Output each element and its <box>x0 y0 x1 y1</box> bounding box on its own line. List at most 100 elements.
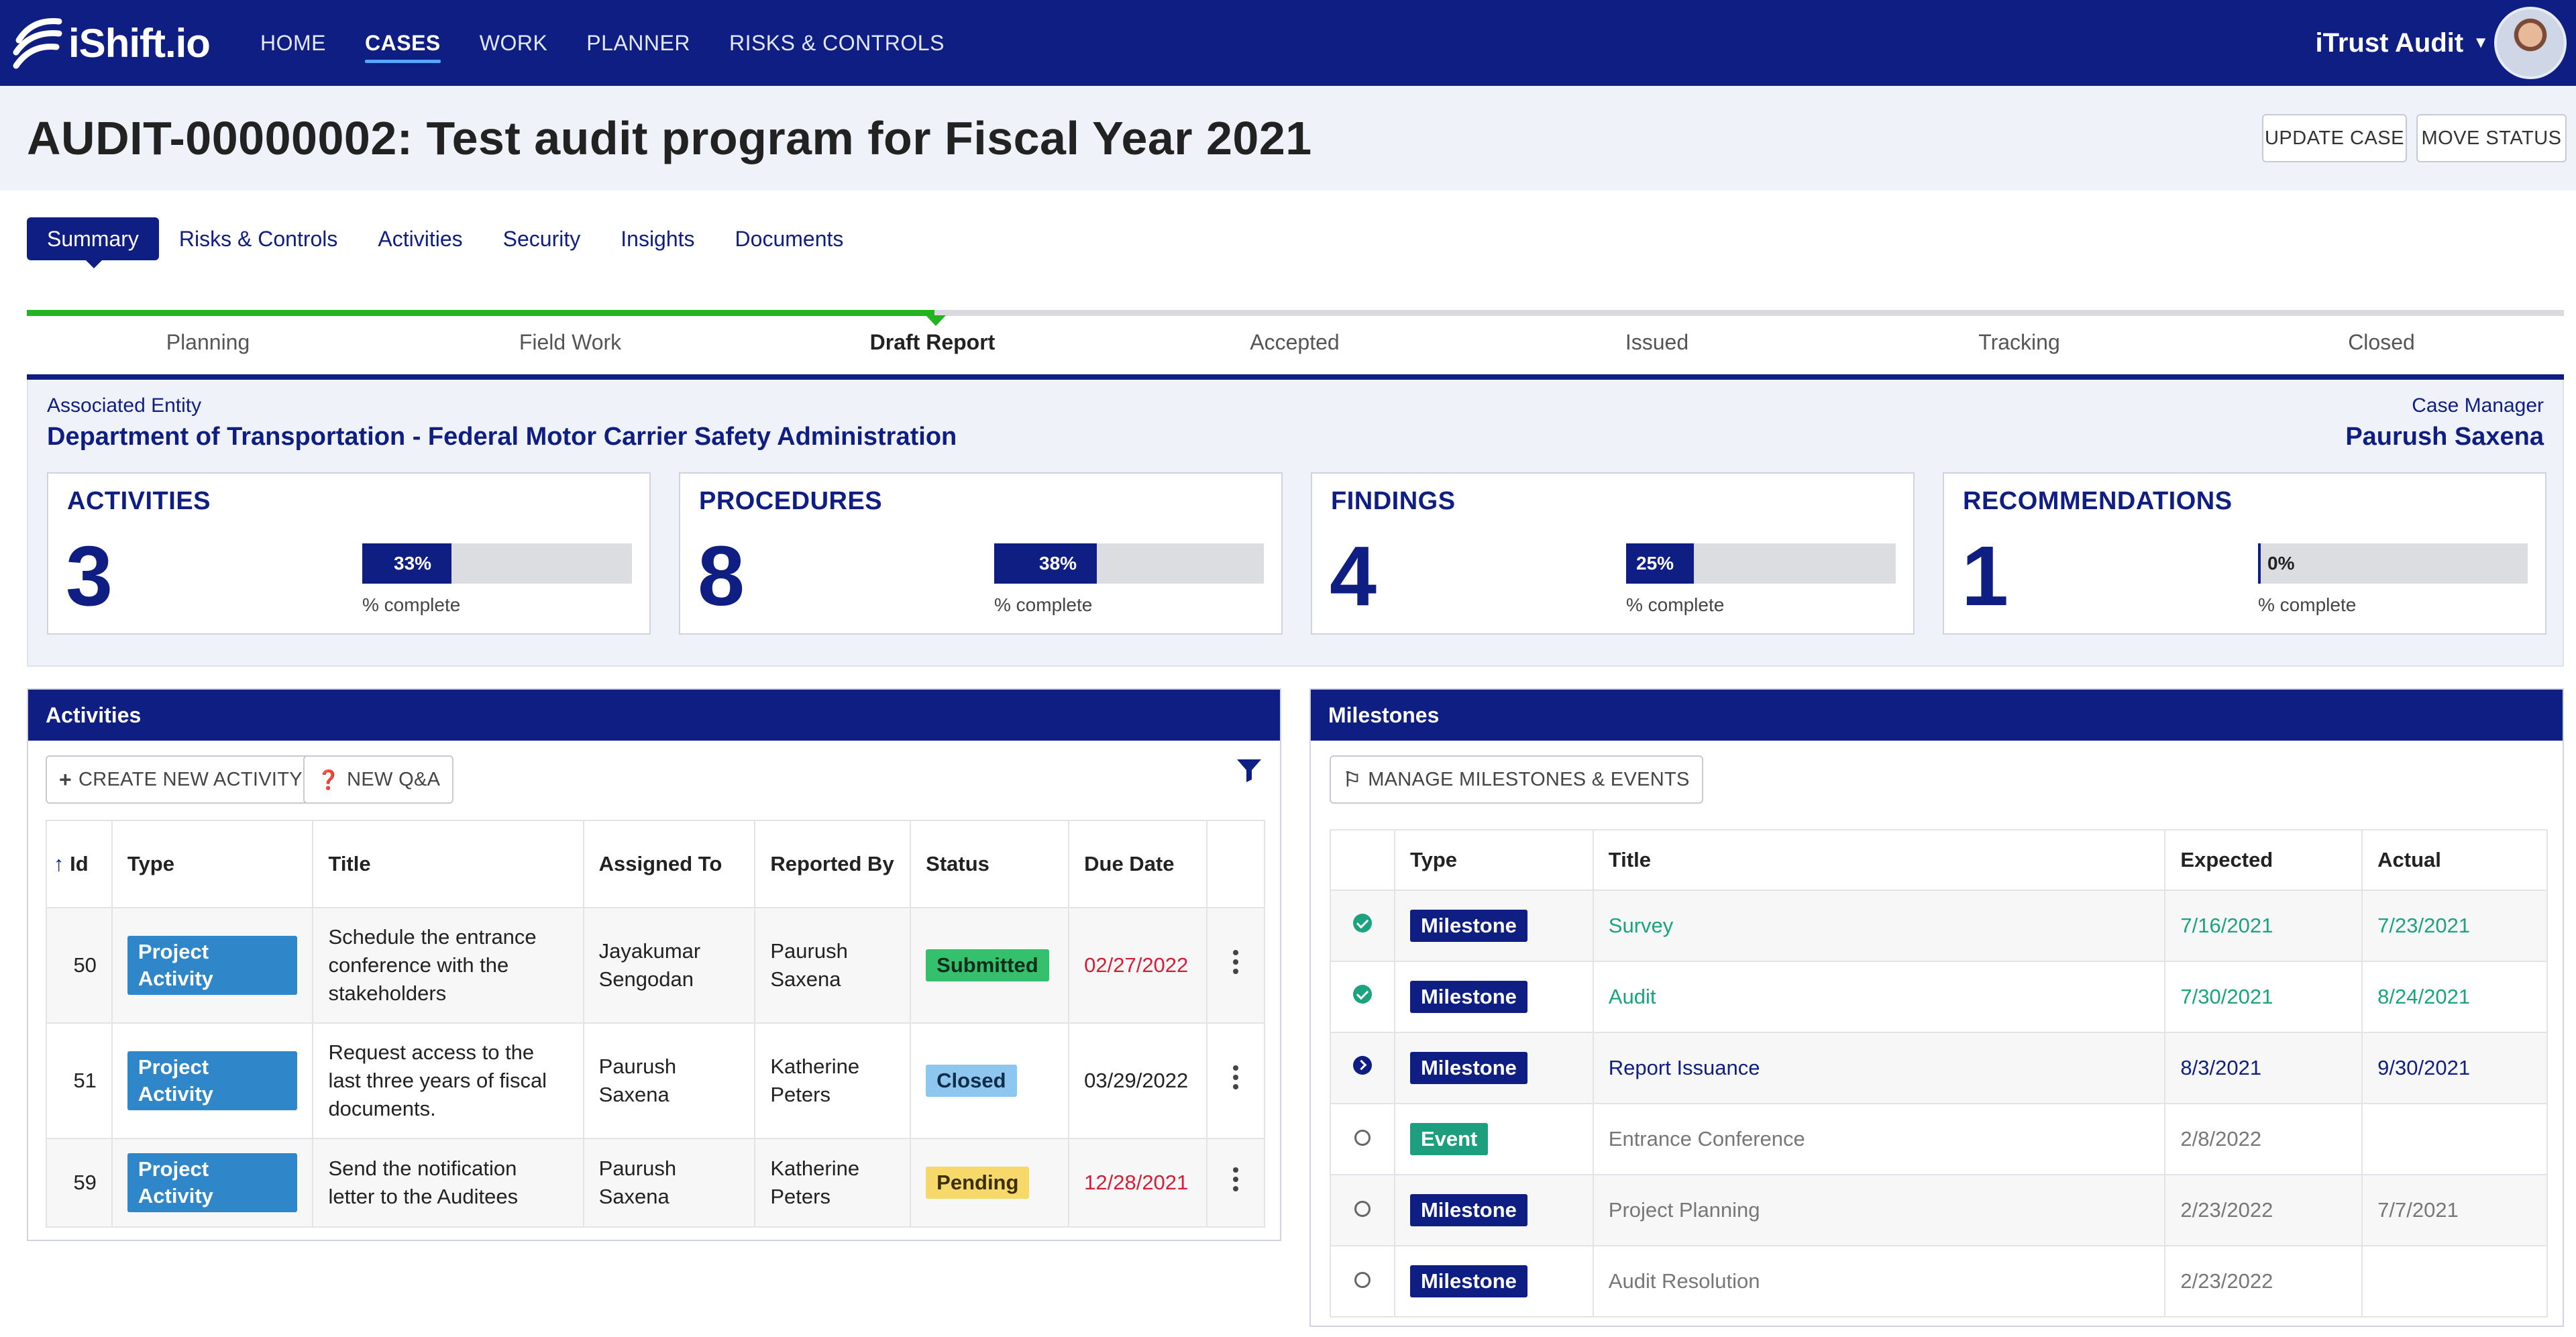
type-badge: Milestone <box>1409 1194 1527 1226</box>
cell-title[interactable]: Audit Resolution <box>1592 1245 2166 1318</box>
tab-insights[interactable]: Insights <box>600 217 714 260</box>
manage-milestones-label: MANAGE MILESTONES & EVENTS <box>1368 768 1690 790</box>
more-vertical-icon[interactable] <box>1233 1167 1239 1191</box>
stage-issued: Issued <box>1625 330 1689 354</box>
table-row[interactable]: Milestone Survey 7/16/2021 7/23/2021 <box>1330 890 2548 962</box>
activities-panel: Activities + CREATE NEW ACTIVITY ❓ NEW Q… <box>27 688 1281 1241</box>
nav-home[interactable]: HOME <box>260 0 326 86</box>
cell-actual <box>2361 1245 2548 1318</box>
table-row[interactable]: Milestone Project Planning 2/23/2022 7/7… <box>1330 1174 2548 1246</box>
col-type[interactable]: Type <box>111 820 314 908</box>
cell-title[interactable]: Project Planning <box>1592 1174 2166 1246</box>
cell-id: 51 <box>46 1022 113 1139</box>
tab-activities[interactable]: Activities <box>358 217 482 260</box>
table-row[interactable]: 51 Project Activity Request access to th… <box>46 1022 1265 1139</box>
case-tabs: Summary Risks & Controls Activities Secu… <box>27 217 864 268</box>
col-expected[interactable]: Expected <box>2164 829 2363 891</box>
new-qa-label: NEW Q&A <box>347 768 441 790</box>
cell-state <box>1330 961 1395 1033</box>
table-row[interactable]: Milestone Audit 7/30/2021 8/24/2021 <box>1330 961 2548 1033</box>
cell-actual: 7/23/2021 <box>2361 890 2548 962</box>
table-row[interactable]: Event Entrance Conference 2/8/2022 <box>1330 1103 2548 1175</box>
nav-risks-controls[interactable]: RISKS & CONTROLS <box>729 0 945 86</box>
stage-stepper: Planning Field Work Draft Report Accepte… <box>27 310 2564 382</box>
cell-state <box>1330 1103 1395 1175</box>
more-vertical-icon[interactable] <box>1233 1065 1239 1089</box>
more-vertical-icon[interactable] <box>1233 949 1239 974</box>
case-header: AUDIT-00000002: Test audit program for F… <box>0 86 2576 191</box>
new-qa-button[interactable]: ❓ NEW Q&A <box>303 755 454 804</box>
avatar[interactable] <box>2494 7 2567 79</box>
progress-bar: 25% <box>1626 543 1896 584</box>
create-activity-button[interactable]: + CREATE NEW ACTIVITY <box>46 755 316 804</box>
org-switcher[interactable]: iTrust Audit ▼ <box>2316 0 2489 86</box>
cell-status: Closed <box>910 1022 1070 1139</box>
arrow-up-icon: ↑ <box>54 852 64 875</box>
col-type[interactable]: Type <box>1393 829 1594 891</box>
type-badge: Project Activity <box>127 936 298 995</box>
cell-title[interactable]: Send the notification letter to the Audi… <box>312 1138 584 1228</box>
cell-title[interactable]: Entrance Conference <box>1592 1103 2166 1175</box>
tab-security[interactable]: Security <box>483 217 601 260</box>
cell-type: Project Activity <box>111 907 314 1024</box>
nav-cases[interactable]: CASES <box>365 0 441 86</box>
type-badge: Milestone <box>1409 910 1527 942</box>
type-badge: Project Activity <box>127 1051 298 1110</box>
case-manager-value[interactable]: Paurush Saxena <box>2345 423 2544 451</box>
stat-value: 8 <box>698 529 745 623</box>
move-status-button[interactable]: MOVE STATUS <box>2416 114 2567 162</box>
cell-actions <box>1206 1022 1265 1139</box>
cell-id: 59 <box>46 1138 113 1228</box>
stat-card-recommendations[interactable]: RECOMMENDATIONS 1 0% % complete <box>1943 472 2546 635</box>
stat-card-activities[interactable]: ACTIVITIES 3 33% % complete <box>47 472 651 635</box>
stat-card-findings[interactable]: FINDINGS 4 25% % complete <box>1311 472 1915 635</box>
col-assigned-to[interactable]: Assigned To <box>582 820 756 908</box>
cell-status: Submitted <box>910 907 1070 1024</box>
cell-state <box>1330 890 1395 962</box>
cell-type: Milestone <box>1393 1032 1594 1104</box>
col-reported-by[interactable]: Reported By <box>754 820 912 908</box>
stat-card-procedures[interactable]: PROCEDURES 8 38% % complete <box>679 472 1283 635</box>
tab-documents[interactable]: Documents <box>715 217 864 260</box>
cell-expected: 2/23/2022 <box>2164 1174 2363 1246</box>
nav-planner[interactable]: PLANNER <box>586 0 690 86</box>
col-id[interactable]: ↑ Id <box>46 820 113 908</box>
cell-title[interactable]: Report Issuance <box>1592 1032 2166 1104</box>
manage-milestones-button[interactable]: ⚐ MANAGE MILESTONES & EVENTS <box>1330 755 1703 804</box>
table-row[interactable]: 59 Project Activity Send the notificatio… <box>46 1138 1265 1228</box>
entity-value[interactable]: Department of Transportation - Federal M… <box>47 423 957 451</box>
circle-outline-icon <box>1354 1272 1371 1288</box>
cell-title[interactable]: Schedule the entrance conference with th… <box>312 907 584 1024</box>
cell-type: Project Activity <box>111 1138 314 1228</box>
table-row[interactable]: 50 Project Activity Schedule the entranc… <box>46 907 1265 1024</box>
col-actual[interactable]: Actual <box>2361 829 2548 891</box>
cell-title[interactable]: Survey <box>1592 890 2166 962</box>
cell-due-date: 02/27/2022 <box>1068 907 1208 1024</box>
cell-title[interactable]: Audit <box>1592 961 2166 1033</box>
tab-risks-controls[interactable]: Risks & Controls <box>159 217 358 260</box>
cell-expected: 7/30/2021 <box>2164 961 2363 1033</box>
tab-summary[interactable]: Summary <box>27 217 159 268</box>
brand-logo[interactable]: iShift.io <box>12 12 211 74</box>
cell-expected: 8/3/2021 <box>2164 1032 2363 1104</box>
col-actions <box>1206 820 1265 908</box>
cell-due-date: 12/28/2021 <box>1068 1138 1208 1228</box>
cell-title[interactable]: Request access to the last three years o… <box>312 1022 584 1139</box>
nav-work[interactable]: WORK <box>480 0 548 86</box>
col-title[interactable]: Title <box>312 820 584 908</box>
flag-icon: ⚐ <box>1343 768 1362 791</box>
logo-icon <box>13 18 62 69</box>
col-due-date[interactable]: Due Date <box>1068 820 1208 908</box>
milestones-table: Type Title Expected Actual Milestone Sur… <box>1330 829 2548 1318</box>
cell-actual <box>2361 1103 2548 1175</box>
col-status[interactable]: Status <box>910 820 1070 908</box>
table-row[interactable]: Milestone Audit Resolution 2/23/2022 <box>1330 1245 2548 1318</box>
cell-assigned: Jayakumar Sengodan <box>582 907 756 1024</box>
type-badge: Milestone <box>1409 1052 1527 1084</box>
col-title[interactable]: Title <box>1592 829 2166 891</box>
cell-type: Event <box>1393 1103 1594 1175</box>
update-case-button[interactable]: UPDATE CASE <box>2262 114 2407 162</box>
stage-draft-report: Draft Report <box>869 330 996 354</box>
filter-icon[interactable] <box>1236 757 1263 784</box>
table-row[interactable]: Milestone Report Issuance 8/3/2021 9/30/… <box>1330 1032 2548 1104</box>
